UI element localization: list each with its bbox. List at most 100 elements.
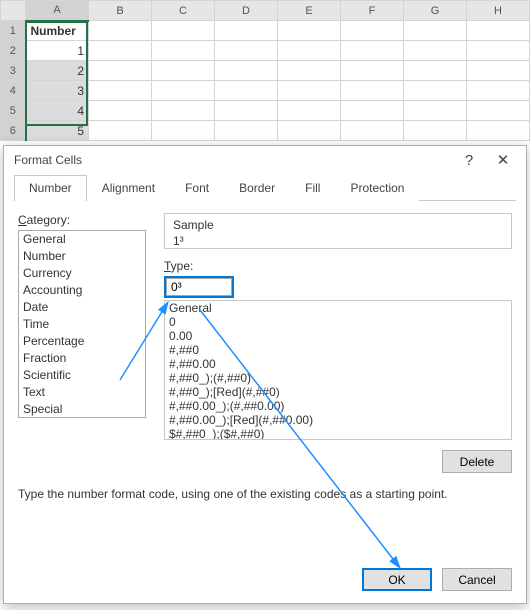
cell[interactable] <box>341 61 404 81</box>
cell[interactable] <box>278 121 341 141</box>
cell[interactable]: 1 <box>26 41 89 61</box>
row-header-2[interactable]: 2 <box>1 41 26 61</box>
cell[interactable] <box>152 41 215 61</box>
cell[interactable]: 3 <box>26 81 89 101</box>
code-item[interactable]: $#,##0_);($#,##0) <box>165 427 511 440</box>
row-header-3[interactable]: 3 <box>1 61 26 81</box>
code-item[interactable]: #,##0_);[Red](#,##0) <box>165 385 511 399</box>
cell[interactable]: 4 <box>26 101 89 121</box>
format-code-list[interactable]: General 0 0.00 #,##0 #,##0.00 #,##0_);(#… <box>164 300 512 440</box>
category-item[interactable]: Text <box>19 384 145 401</box>
col-header-a[interactable]: A <box>26 1 89 21</box>
cell[interactable] <box>152 61 215 81</box>
cell[interactable] <box>341 81 404 101</box>
cell[interactable] <box>278 21 341 41</box>
type-input[interactable] <box>166 278 232 296</box>
category-item[interactable]: Date <box>19 299 145 316</box>
code-item[interactable]: #,##0_);(#,##0) <box>165 371 511 385</box>
cell[interactable] <box>215 41 278 61</box>
cell[interactable] <box>467 21 530 41</box>
cell[interactable] <box>89 61 152 81</box>
code-item[interactable]: #,##0.00 <box>165 357 511 371</box>
code-item[interactable]: #,##0 <box>165 343 511 357</box>
cell[interactable] <box>89 101 152 121</box>
ok-button[interactable]: OK <box>362 568 432 591</box>
close-button[interactable]: ✕ <box>486 148 520 172</box>
tab-number[interactable]: Number <box>14 175 87 201</box>
cell[interactable] <box>89 121 152 141</box>
category-item[interactable]: Currency <box>19 265 145 282</box>
cell[interactable] <box>152 101 215 121</box>
tab-protection[interactable]: Protection <box>335 175 419 201</box>
select-all-corner[interactable] <box>1 1 26 21</box>
cell[interactable] <box>215 21 278 41</box>
cell[interactable] <box>404 21 467 41</box>
delete-button[interactable]: Delete <box>442 450 512 473</box>
cell[interactable] <box>341 41 404 61</box>
category-item[interactable]: Percentage <box>19 333 145 350</box>
cell[interactable] <box>404 121 467 141</box>
category-list[interactable]: General Number Currency Accounting Date … <box>18 230 146 418</box>
help-button[interactable]: ? <box>452 148 486 172</box>
col-header-c[interactable]: C <box>152 1 215 21</box>
category-item[interactable]: General <box>19 231 145 248</box>
cell[interactable]: 5 <box>26 121 89 141</box>
cell[interactable] <box>467 101 530 121</box>
category-item[interactable]: Number <box>19 248 145 265</box>
code-item[interactable]: #,##0.00_);(#,##0.00) <box>165 399 511 413</box>
cell[interactable] <box>215 81 278 101</box>
cell[interactable] <box>215 61 278 81</box>
cell[interactable] <box>404 81 467 101</box>
cell[interactable] <box>467 121 530 141</box>
col-header-e[interactable]: E <box>278 1 341 21</box>
cell[interactable] <box>278 81 341 101</box>
cell[interactable] <box>341 121 404 141</box>
cell[interactable] <box>89 21 152 41</box>
col-header-b[interactable]: B <box>89 1 152 21</box>
row-header-6[interactable]: 6 <box>1 121 26 141</box>
tab-fill[interactable]: Fill <box>290 175 335 201</box>
cell[interactable] <box>404 41 467 61</box>
col-header-g[interactable]: G <box>404 1 467 21</box>
cell[interactable] <box>278 61 341 81</box>
cell[interactable] <box>467 41 530 61</box>
cancel-button[interactable]: Cancel <box>442 568 512 591</box>
row-header-1[interactable]: 1 <box>1 21 26 41</box>
category-item[interactable]: Time <box>19 316 145 333</box>
cell[interactable] <box>467 61 530 81</box>
category-item[interactable]: Fraction <box>19 350 145 367</box>
code-item[interactable]: #,##0.00_);[Red](#,##0.00) <box>165 413 511 427</box>
cell[interactable] <box>278 101 341 121</box>
cell[interactable] <box>341 21 404 41</box>
cell[interactable] <box>89 41 152 61</box>
code-item[interactable]: 0 <box>165 315 511 329</box>
col-header-d[interactable]: D <box>215 1 278 21</box>
type-highlight <box>164 276 234 298</box>
code-item[interactable]: General <box>165 301 511 315</box>
cell[interactable] <box>215 121 278 141</box>
col-header-h[interactable]: H <box>467 1 530 21</box>
tab-font[interactable]: Font <box>170 175 224 201</box>
cell[interactable] <box>341 101 404 121</box>
col-header-f[interactable]: F <box>341 1 404 21</box>
tab-alignment[interactable]: Alignment <box>87 175 170 201</box>
hint-text: Type the number format code, using one o… <box>18 487 512 501</box>
cell[interactable] <box>467 81 530 101</box>
cell[interactable] <box>152 21 215 41</box>
cell[interactable] <box>404 61 467 81</box>
row-header-4[interactable]: 4 <box>1 81 26 101</box>
cell[interactable] <box>215 101 278 121</box>
row-header-5[interactable]: 5 <box>1 101 26 121</box>
cell[interactable]: 2 <box>26 61 89 81</box>
cell[interactable] <box>152 81 215 101</box>
cell[interactable] <box>278 41 341 61</box>
category-item[interactable]: Accounting <box>19 282 145 299</box>
tab-border[interactable]: Border <box>224 175 290 201</box>
cell[interactable] <box>152 121 215 141</box>
category-item[interactable]: Special <box>19 401 145 418</box>
category-item[interactable]: Scientific <box>19 367 145 384</box>
cell[interactable]: Number <box>26 21 89 41</box>
code-item[interactable]: 0.00 <box>165 329 511 343</box>
cell[interactable] <box>404 101 467 121</box>
cell[interactable] <box>89 81 152 101</box>
